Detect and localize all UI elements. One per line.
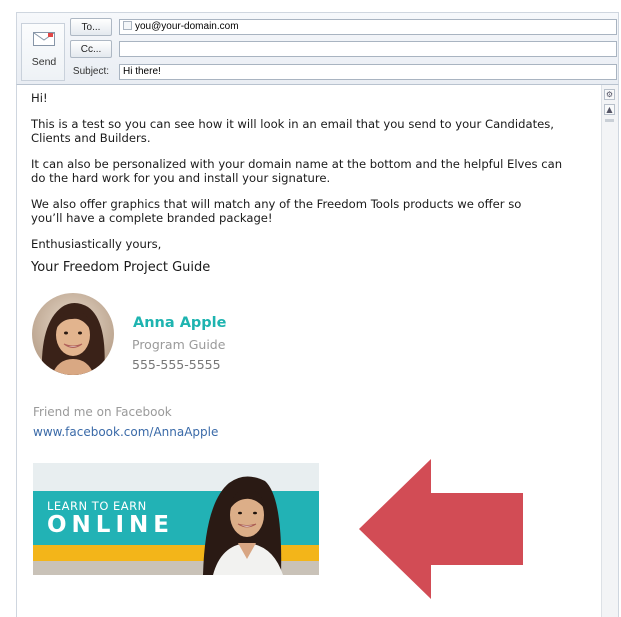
vertical-scrollbar[interactable]: ⚙ ▲ [601, 85, 618, 617]
send-icon [33, 32, 55, 46]
subject-field[interactable]: Hi there! [119, 64, 617, 80]
send-button[interactable]: Send [21, 23, 65, 81]
send-label: Send [31, 56, 57, 68]
banner-small-text: LEARN TO EARN [47, 499, 147, 513]
paragraph-3-line-2: you’ll have a complete branded package! [31, 211, 273, 225]
left-arrow-icon [359, 459, 523, 599]
paragraph-1: This is a test so you can see how it wil… [31, 117, 554, 145]
contact-chip-icon [123, 21, 132, 30]
compose-header: Send To... Cc... Subject: you@your-domai… [16, 12, 619, 85]
signature-name: Anna Apple [133, 315, 227, 331]
subject-label: Subject: [72, 66, 110, 77]
to-value: you@your-domain.com [135, 21, 239, 32]
scroll-up-icon[interactable]: ▲ [604, 104, 615, 115]
avatar [32, 293, 114, 375]
scroll-thumb[interactable] [605, 119, 614, 122]
signoff: Your Freedom Project Guide [31, 260, 211, 275]
greeting: Hi! [31, 91, 48, 105]
paragraph-2: It can also be personalized with your do… [31, 157, 563, 185]
signature-phone: 555-555-5555 [132, 357, 221, 372]
to-button[interactable]: To... [70, 18, 112, 36]
facebook-label: Friend me on Facebook [33, 405, 172, 419]
banner-big-text: ONLINE [47, 512, 174, 538]
cc-field[interactable] [119, 41, 617, 57]
scroll-options-icon[interactable]: ⚙ [604, 89, 615, 100]
closing: Enthusiastically yours, [31, 237, 162, 251]
message-body[interactable]: ⚙ ▲ Hi! This is a test so you can see ho… [16, 85, 619, 617]
to-field[interactable]: you@your-domain.com [119, 19, 617, 35]
paragraph-3-line-1: We also offer graphics that will match a… [31, 197, 522, 211]
cc-button[interactable]: Cc... [70, 40, 112, 58]
facebook-link[interactable]: www.facebook.com/AnnaApple [33, 425, 218, 439]
signature-title: Program Guide [132, 337, 226, 352]
promo-banner: LEARN TO EARN ONLINE [33, 463, 319, 575]
